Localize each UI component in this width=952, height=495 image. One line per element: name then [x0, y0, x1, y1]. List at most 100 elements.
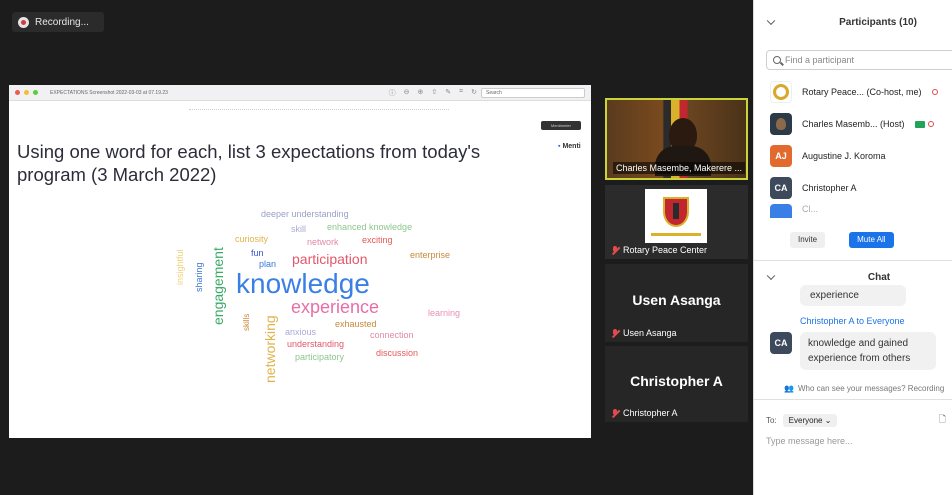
tile-big-name: Usen Asanga	[632, 291, 721, 308]
minimize-window-icon	[24, 90, 29, 95]
shared-window-titlebar: EXPECTATIONS Screenshot 2022-03-03 at 07…	[9, 85, 591, 101]
close-window-icon	[15, 90, 20, 95]
chat-message: knowledge and gained experience from oth…	[800, 332, 936, 370]
word-cloud-word: network	[307, 237, 339, 247]
file-icon[interactable]: 🗋	[939, 412, 946, 428]
mic-muted-icon	[611, 328, 619, 338]
search-icon	[773, 56, 781, 64]
rotary-wheel-icon	[773, 84, 789, 100]
word-cloud-word: understanding	[287, 339, 345, 349]
invite-button[interactable]: Invite	[790, 232, 826, 248]
avatar: CA	[770, 177, 792, 199]
mentimeter-badge: Mentimeter	[541, 121, 581, 130]
share-icon: ⇧	[431, 88, 438, 96]
word-cloud-word: engagement	[210, 247, 226, 325]
slide-question: Using one word for each, list 3 expectat…	[17, 141, 481, 185]
side-panel: Participants (10) Find a participant Rot…	[753, 0, 952, 495]
zoom-out-icon: ⊖	[403, 88, 410, 96]
university-logo	[645, 189, 707, 243]
participant-row[interactable]: CA Christopher A	[754, 172, 952, 204]
word-cloud-word: skills	[242, 313, 251, 331]
panel-divider	[754, 399, 952, 400]
video-tile-usen[interactable]: Usen Asanga Usen Asanga	[605, 264, 748, 342]
mic-muted-icon	[927, 121, 934, 127]
participant-name: Christopher A	[802, 183, 857, 193]
mic-muted-icon	[611, 408, 619, 418]
people-icon: 👥	[784, 384, 794, 393]
video-tile-charles[interactable]: Charles Masembe, Makerere ...	[605, 98, 748, 180]
word-cloud-word: enterprise	[410, 250, 451, 260]
chat-recipient-row: To: Everyone ⌄ 🗋	[754, 412, 952, 428]
shared-screen: EXPECTATIONS Screenshot 2022-03-03 at 07…	[9, 85, 591, 438]
mic-muted-icon	[611, 245, 619, 255]
chat-title: Chat	[867, 271, 891, 283]
word-cloud-word: experience	[291, 297, 380, 317]
word-cloud-word: knowledge	[236, 268, 370, 299]
word-cloud-word: anxious	[285, 327, 317, 337]
word-cloud-word: fun	[251, 248, 264, 258]
word-cloud-word: skill	[291, 224, 306, 234]
word-cloud-word: connection	[370, 330, 414, 340]
word-cloud-word: discussion	[376, 348, 419, 358]
crop-icon: ⌗	[459, 87, 464, 95]
chat-input[interactable]: Type message here...	[754, 436, 952, 446]
participant-name: Cl...	[802, 204, 819, 214]
viewer-search-field: Search	[481, 87, 585, 98]
shared-window-title: EXPECTATIONS Screenshot 2022-03-03 at 07…	[50, 89, 168, 96]
participant-row[interactable]: AJ Augustine J. Koroma	[754, 140, 952, 172]
word-cloud-word: sharing	[194, 262, 204, 292]
mic-muted-icon	[931, 89, 938, 95]
zoom-window-icon	[33, 90, 38, 95]
word-cloud-word: enhanced knowledge	[327, 222, 413, 232]
recording-label: Recording...	[35, 16, 89, 28]
word-cloud-word: participatory	[295, 352, 345, 362]
chat-privacy-notice[interactable]: 👥 Who can see your messages? Recording	[754, 384, 952, 393]
person-photo-icon	[776, 118, 786, 130]
participant-row[interactable]: Cl...	[754, 204, 952, 218]
crest-emblem-icon	[673, 203, 679, 219]
slide-header-line	[189, 109, 449, 112]
participant-name: Augustine J. Koroma	[802, 151, 886, 161]
crest-banner-icon	[651, 233, 701, 236]
word-cloud-word: exhausted	[335, 319, 377, 329]
participant-row[interactable]: Rotary Peace... (Co-host, me)	[754, 76, 952, 108]
viewer-toolbar: ⓘ ⊖ ⊕ ⇧ ✎ ⌗ ↻	[389, 88, 477, 98]
word-cloud-word: deeper understanding	[261, 209, 349, 219]
word-cloud-word: exciting	[362, 235, 393, 245]
chat-header: Chat	[754, 261, 952, 293]
to-label: To:	[766, 415, 777, 425]
zoom-in-icon: ⊕	[417, 88, 424, 96]
menti-brand: ▪ Menti	[558, 143, 581, 150]
tile-name: Charles Masembe, Makerere ...	[613, 162, 746, 174]
participant-search-input[interactable]: Find a participant	[766, 50, 952, 70]
participants-header: Participants (10)	[754, 0, 952, 44]
word-cloud-word: insightful	[175, 249, 185, 285]
avatar: CA	[770, 332, 792, 354]
recording-indicator[interactable]: Recording...	[12, 12, 104, 32]
video-tile-rotary[interactable]: Rotary Peace Center	[605, 185, 748, 259]
avatar	[770, 204, 792, 218]
recipient-select[interactable]: Everyone ⌄	[782, 413, 838, 427]
chat-sender: Christopher A to Everyone	[800, 316, 905, 326]
video-tile-christopher[interactable]: Christopher A Christopher A	[605, 346, 748, 422]
participant-name: Charles Masemb... (Host)	[802, 119, 905, 129]
participant-actions: Invite Mute All	[754, 232, 952, 248]
tile-name: Usen Asanga	[611, 328, 677, 338]
tile-name: Rotary Peace Center	[611, 245, 707, 255]
avatar	[770, 113, 792, 135]
mute-all-button[interactable]: Mute All	[849, 232, 894, 248]
avatar: AJ	[770, 145, 792, 167]
participant-name: Rotary Peace... (Co-host, me)	[802, 87, 922, 97]
record-icon	[18, 16, 29, 28]
tile-big-name: Christopher A	[630, 372, 723, 389]
participant-row[interactable]: Charles Masemb... (Host)	[754, 108, 952, 140]
markup-icon: ✎	[445, 88, 452, 96]
zoom-window: Recording... EXPECTATIONS Screenshot 202…	[0, 0, 952, 495]
avatar	[770, 81, 792, 103]
participants-title: Participants (10)	[839, 16, 917, 28]
word-cloud-word: networking	[262, 315, 278, 383]
rotate-icon: ↻	[471, 88, 477, 96]
participant-list: Rotary Peace... (Co-host, me) Charles Ma…	[754, 76, 952, 218]
word-cloud-word: participation	[292, 251, 368, 267]
word-cloud-word: curiosity	[235, 234, 269, 244]
